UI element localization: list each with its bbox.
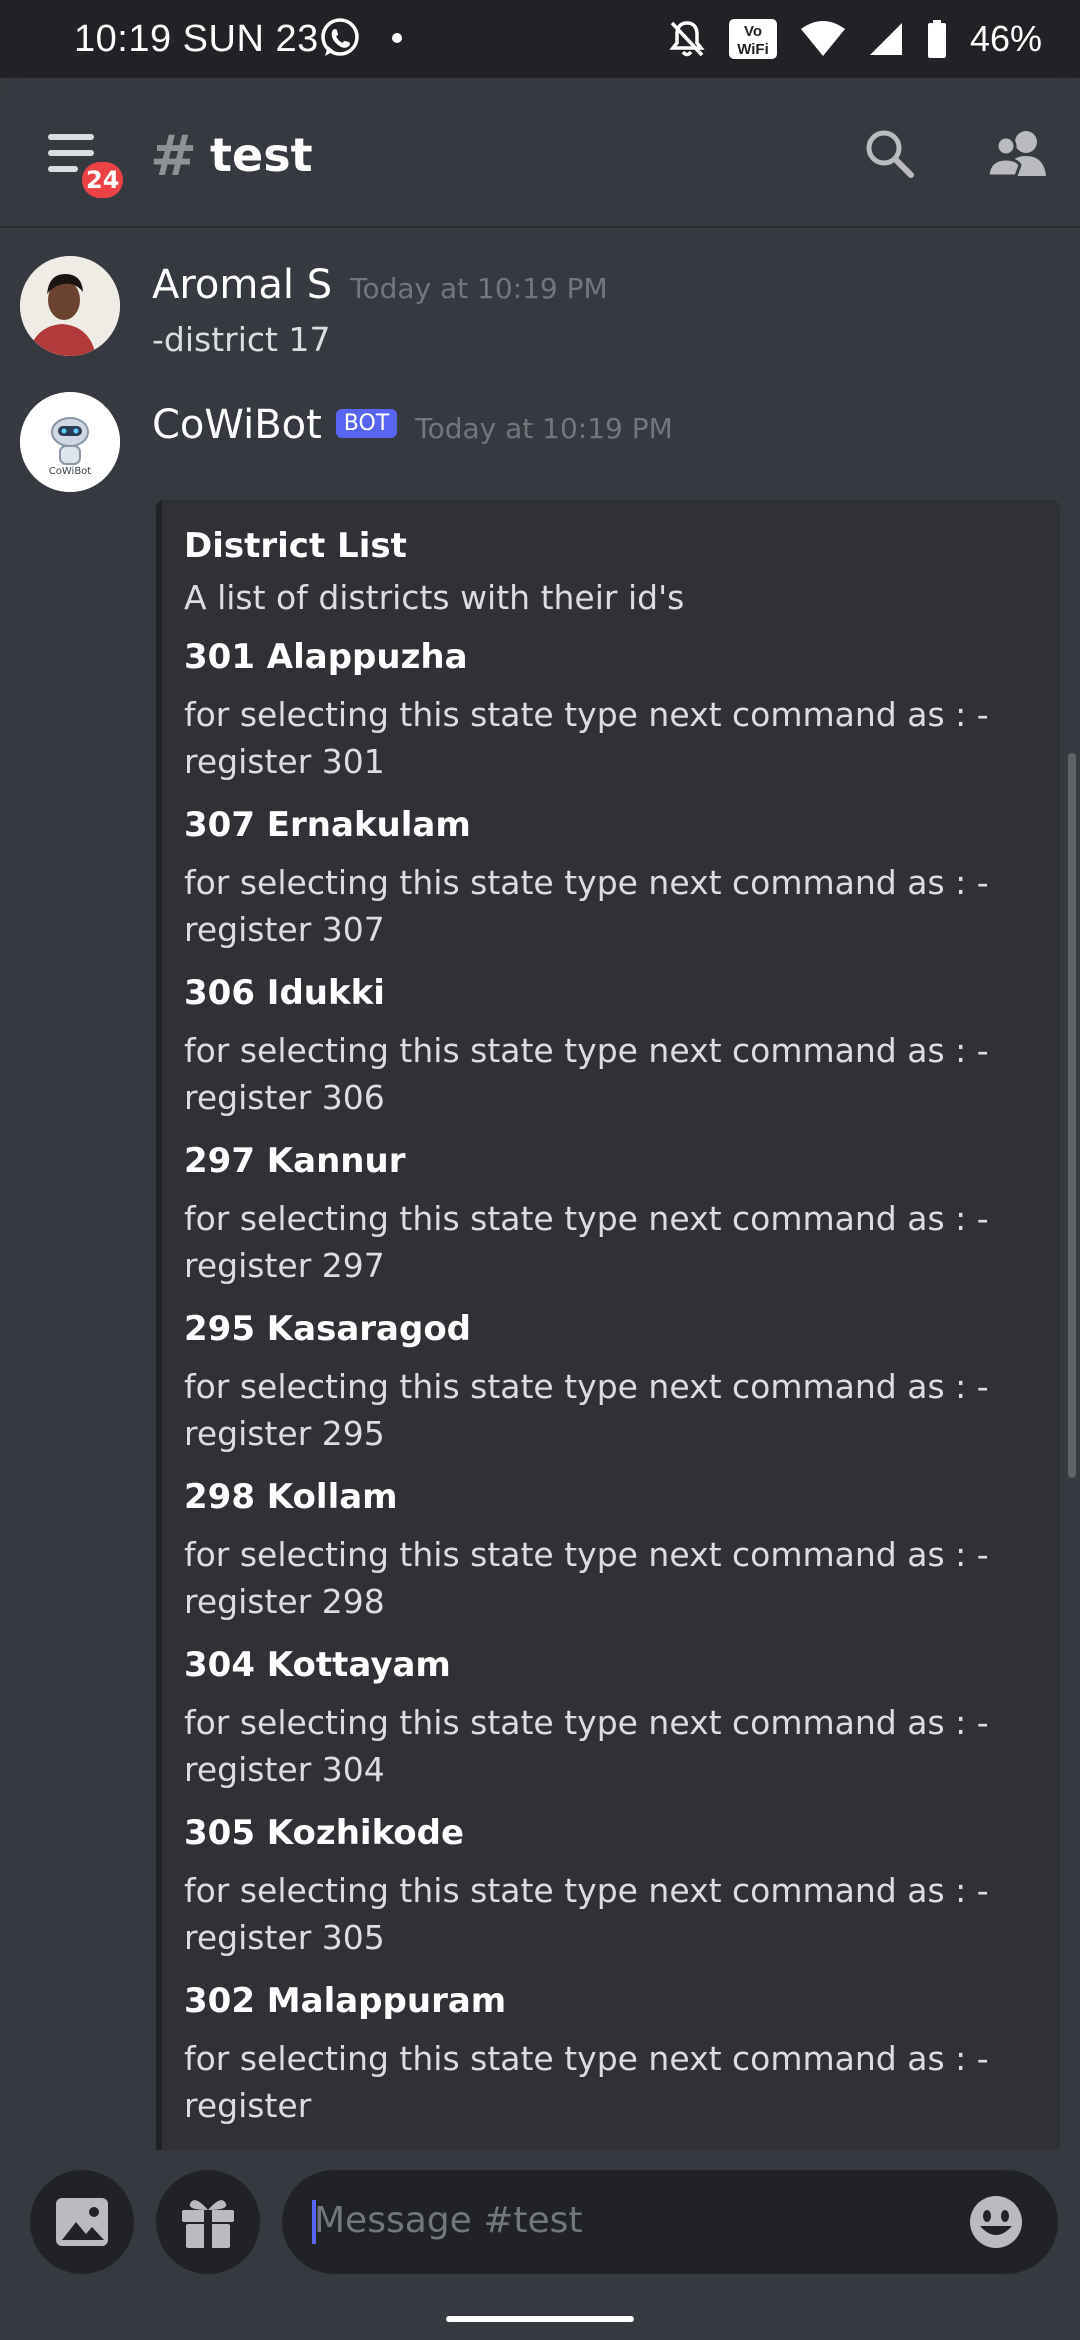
- message-list[interactable]: Aromal S Today at 10:19 PM -district 17 C…: [0, 228, 1080, 2150]
- bot-tag: BOT: [335, 408, 398, 438]
- user-photo-icon: [20, 256, 120, 356]
- message-input[interactable]: Message #test: [282, 2170, 1058, 2274]
- message-author[interactable]: Aromal S Today at 10:19 PM: [152, 262, 608, 308]
- members-icon[interactable]: [986, 126, 1048, 180]
- status-icons: Vo WiFi 46%: [668, 14, 1042, 64]
- field-name: 307 Ernakulam: [184, 805, 471, 845]
- field-value: for selecting this state type next comma…: [184, 695, 989, 781]
- embed-field: 307 Ernakulam for selecting this state t…: [184, 803, 1036, 953]
- scrollbar[interactable]: [1068, 753, 1076, 1478]
- vowifi-icon: Vo WiFi: [728, 19, 777, 59]
- embed-field: 302 Malappuram for selecting this state …: [184, 1979, 1036, 2129]
- hamburger-icon: [48, 134, 94, 140]
- hamburger-line: [48, 166, 78, 172]
- avatar-cowibot[interactable]: CoWiBot: [20, 392, 120, 492]
- embed-field: 304 Kottayam for selecting this state ty…: [184, 1643, 1036, 1793]
- field-name: 298 Kollam: [184, 1477, 398, 1517]
- field-name: 302 Malappuram: [184, 1981, 507, 2021]
- field-value: for selecting this state type next comma…: [184, 863, 989, 949]
- message-composer: Message #test: [0, 2150, 1080, 2340]
- embed-field: 295 Kasaragod for selecting this state t…: [184, 1307, 1036, 1457]
- field-name: 295 Kasaragod: [184, 1309, 472, 1349]
- author-name[interactable]: Aromal S: [152, 262, 332, 308]
- channel-name: test: [210, 128, 313, 182]
- status-bar: 10:19 SUN 23 Vo WiFi 46%: [0, 0, 1080, 78]
- svg-text:WiFi: WiFi: [737, 41, 769, 58]
- field-value: for selecting this state type next comma…: [184, 1703, 989, 1789]
- channel-header: 24 # test: [0, 78, 1080, 228]
- emoji-icon[interactable]: [968, 2194, 1024, 2250]
- notifications-off-icon: [669, 21, 705, 57]
- gift-icon: [182, 2200, 234, 2248]
- field-value: for selecting this state type next comma…: [184, 1367, 989, 1453]
- embed-field: 306 Idukki for selecting this state type…: [184, 971, 1036, 1121]
- home-indicator[interactable]: [446, 2316, 634, 2322]
- hamburger-line: [48, 150, 94, 156]
- field-value: for selecting this state type next comma…: [184, 1871, 989, 1957]
- embed: District List A list of districts with t…: [156, 500, 1060, 2150]
- search-icon[interactable]: [862, 126, 916, 180]
- field-name: 301 Alappuzha: [184, 637, 468, 677]
- message-text: -district 17: [152, 320, 331, 359]
- message-timestamp: Today at 10:19 PM: [350, 272, 608, 305]
- field-value: for selecting this state type next comma…: [184, 2039, 989, 2125]
- whatsapp-icon: [321, 18, 359, 56]
- wifi-icon: [800, 21, 845, 56]
- field-name: 306 Idukki: [184, 973, 385, 1013]
- embed-field: 301 Alappuzha for selecting this state t…: [184, 635, 1036, 785]
- channel-hash-icon: #: [150, 124, 197, 189]
- embed-field: 298 Kollam for selecting this state type…: [184, 1475, 1036, 1625]
- field-name: 304 Kottayam: [184, 1645, 451, 1685]
- embed-title: District List: [184, 526, 407, 566]
- field-value: for selecting this state type next comma…: [184, 1199, 989, 1285]
- svg-text:Vo: Vo: [744, 23, 762, 40]
- message-placeholder: Message #test: [314, 2200, 583, 2241]
- gift-button[interactable]: [156, 2170, 260, 2274]
- field-name: 305 Kozhikode: [184, 1813, 465, 1853]
- author-name[interactable]: CoWiBot: [152, 402, 322, 448]
- status-time: 10:19 SUN 23: [74, 18, 319, 60]
- battery-icon: [927, 20, 946, 58]
- robot-icon: [20, 392, 120, 492]
- avatar-aromal[interactable]: [20, 256, 120, 356]
- avatar-caption: CoWiBot: [48, 466, 92, 477]
- field-name: 297 Kannur: [184, 1141, 406, 1181]
- embed-description: A list of districts with their id's: [184, 578, 685, 617]
- embed-field: 297 Kannur for selecting this state type…: [184, 1139, 1036, 1289]
- battery-percent: 46%: [969, 18, 1042, 59]
- embed-field: 305 Kozhikode for selecting this state t…: [184, 1811, 1036, 1961]
- attach-image-button[interactable]: [30, 2170, 134, 2274]
- message-timestamp: Today at 10:19 PM: [415, 412, 673, 445]
- field-value: for selecting this state type next comma…: [184, 1535, 989, 1621]
- signal-icon: [869, 23, 902, 55]
- field-value: for selecting this state type next comma…: [184, 1031, 989, 1117]
- message-author[interactable]: CoWiBot BOT Today at 10:19 PM: [152, 402, 673, 448]
- notification-dot: [392, 33, 402, 43]
- image-icon: [56, 2198, 108, 2246]
- notification-badge: 24: [78, 158, 128, 202]
